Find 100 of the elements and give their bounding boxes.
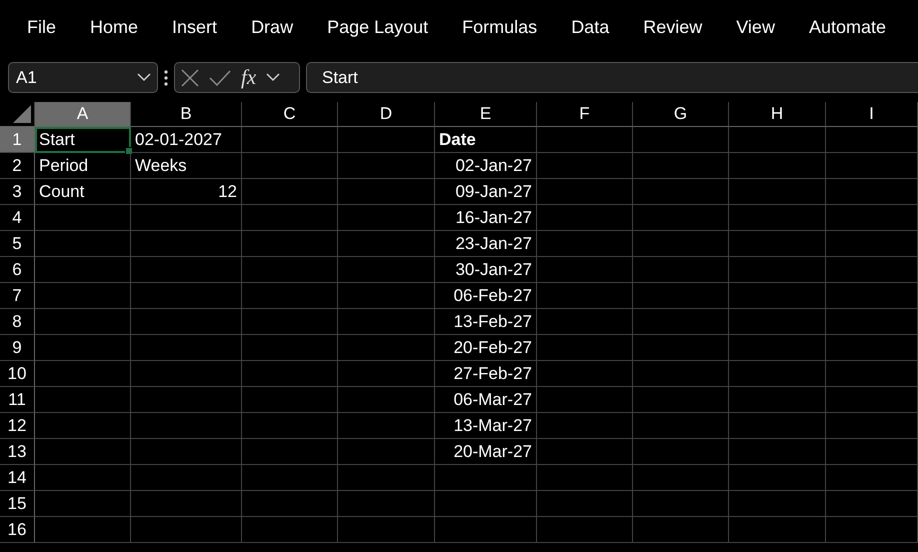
fill-handle[interactable] (125, 147, 133, 155)
empty-cell[interactable] (435, 517, 537, 543)
empty-cell[interactable] (338, 179, 435, 205)
empty-cell[interactable] (537, 283, 633, 309)
empty-cell[interactable] (633, 439, 729, 465)
table-cell[interactable]: 20-Feb-27 (435, 335, 537, 361)
empty-cell[interactable] (537, 153, 633, 179)
empty-cell[interactable] (633, 413, 729, 439)
table-cell[interactable]: Period (35, 153, 131, 179)
empty-cell[interactable] (338, 413, 435, 439)
empty-cell[interactable] (131, 465, 242, 491)
empty-cell[interactable] (729, 283, 826, 309)
empty-cell[interactable] (242, 465, 338, 491)
empty-cell[interactable] (729, 465, 826, 491)
empty-cell[interactable] (131, 335, 242, 361)
menu-tab[interactable]: Draw (234, 17, 310, 38)
empty-cell[interactable] (826, 439, 918, 465)
empty-cell[interactable] (633, 231, 729, 257)
empty-cell[interactable] (131, 205, 242, 231)
empty-cell[interactable] (633, 465, 729, 491)
empty-cell[interactable] (826, 309, 918, 335)
empty-cell[interactable] (338, 127, 435, 153)
empty-cell[interactable] (338, 257, 435, 283)
empty-cell[interactable] (338, 335, 435, 361)
more-vertical-icon[interactable] (164, 70, 168, 86)
empty-cell[interactable] (826, 127, 918, 153)
empty-cell[interactable] (537, 361, 633, 387)
table-cell[interactable]: 02-Jan-27 (435, 153, 537, 179)
empty-cell[interactable] (338, 153, 435, 179)
empty-cell[interactable] (242, 413, 338, 439)
table-cell[interactable]: 12 (131, 179, 242, 205)
empty-cell[interactable] (633, 205, 729, 231)
column-header[interactable]: H (729, 102, 826, 127)
empty-cell[interactable] (826, 231, 918, 257)
empty-cell[interactable] (537, 439, 633, 465)
table-cell[interactable]: 16-Jan-27 (435, 205, 537, 231)
menu-tab[interactable]: Automate (792, 17, 903, 38)
row-header[interactable]: 2 (0, 153, 35, 179)
empty-cell[interactable] (242, 439, 338, 465)
empty-cell[interactable] (537, 491, 633, 517)
column-header[interactable]: B (131, 102, 242, 127)
empty-cell[interactable] (242, 335, 338, 361)
row-header[interactable]: 4 (0, 205, 35, 231)
row-header[interactable]: 1 (0, 127, 35, 153)
empty-cell[interactable] (633, 335, 729, 361)
row-header[interactable]: 12 (0, 413, 35, 439)
empty-cell[interactable] (826, 413, 918, 439)
empty-cell[interactable] (338, 439, 435, 465)
table-cell[interactable]: Start (35, 127, 131, 153)
menu-tab[interactable]: Insert (155, 17, 234, 38)
empty-cell[interactable] (338, 491, 435, 517)
table-cell[interactable]: 23-Jan-27 (435, 231, 537, 257)
empty-cell[interactable] (131, 387, 242, 413)
menu-tab[interactable]: Review (626, 17, 720, 38)
empty-cell[interactable] (435, 491, 537, 517)
empty-cell[interactable] (537, 413, 633, 439)
empty-cell[interactable] (729, 179, 826, 205)
empty-cell[interactable] (131, 491, 242, 517)
empty-cell[interactable] (242, 127, 338, 153)
empty-cell[interactable] (242, 309, 338, 335)
empty-cell[interactable] (729, 439, 826, 465)
table-cell[interactable]: Weeks (131, 153, 242, 179)
empty-cell[interactable] (338, 205, 435, 231)
empty-cell[interactable] (537, 205, 633, 231)
empty-cell[interactable] (242, 205, 338, 231)
empty-cell[interactable] (537, 231, 633, 257)
row-header[interactable]: 6 (0, 257, 35, 283)
row-header[interactable]: 8 (0, 309, 35, 335)
menu-tab[interactable]: View (719, 17, 792, 38)
empty-cell[interactable] (826, 205, 918, 231)
empty-cell[interactable] (131, 257, 242, 283)
close-icon[interactable] (181, 68, 199, 86)
empty-cell[interactable] (338, 361, 435, 387)
empty-cell[interactable] (729, 413, 826, 439)
empty-cell[interactable] (633, 309, 729, 335)
column-header[interactable]: I (826, 102, 918, 127)
formula-field[interactable]: Start (306, 62, 918, 93)
empty-cell[interactable] (131, 283, 242, 309)
row-header[interactable]: 14 (0, 465, 35, 491)
row-header[interactable]: 10 (0, 361, 35, 387)
empty-cell[interactable] (729, 387, 826, 413)
empty-cell[interactable] (242, 231, 338, 257)
row-header[interactable]: 7 (0, 283, 35, 309)
empty-cell[interactable] (633, 153, 729, 179)
column-header[interactable]: F (537, 102, 633, 127)
empty-cell[interactable] (826, 491, 918, 517)
empty-cell[interactable] (633, 127, 729, 153)
row-header[interactable]: 16 (0, 517, 35, 543)
menu-tab[interactable]: Data (554, 17, 626, 38)
empty-cell[interactable] (729, 335, 826, 361)
empty-cell[interactable] (131, 413, 242, 439)
table-cell[interactable]: 06-Feb-27 (435, 283, 537, 309)
empty-cell[interactable] (537, 465, 633, 491)
empty-cell[interactable] (537, 335, 633, 361)
table-cell[interactable]: 13-Mar-27 (435, 413, 537, 439)
empty-cell[interactable] (729, 491, 826, 517)
column-header[interactable]: C (242, 102, 338, 127)
empty-cell[interactable] (826, 257, 918, 283)
empty-cell[interactable] (633, 361, 729, 387)
column-header[interactable]: A (35, 102, 131, 127)
